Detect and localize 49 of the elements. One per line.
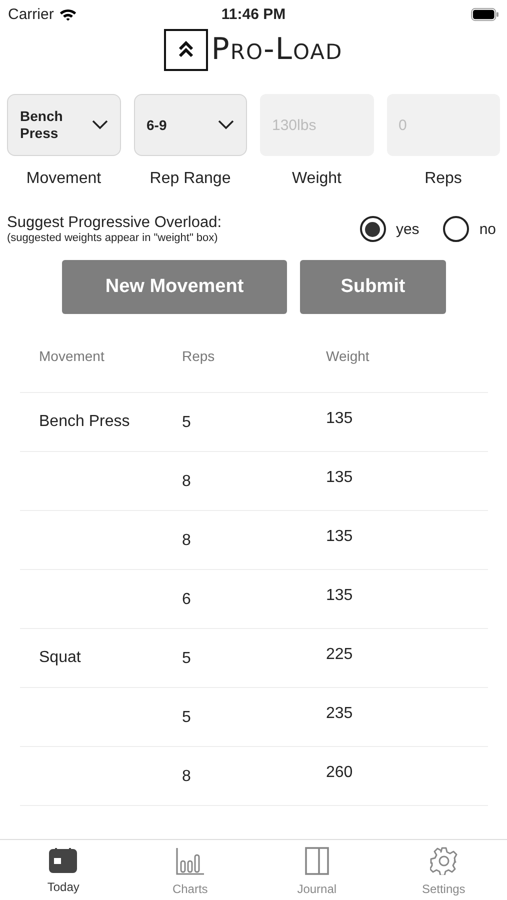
tab-item[interactable]: Today — [0, 840, 127, 900]
logo-text: Pro-Load — [211, 35, 343, 65]
radio-button[interactable] — [443, 216, 470, 242]
field-label: Reps — [424, 170, 462, 188]
column-header: Reps — [182, 348, 216, 364]
reps-cell-text: 6 — [182, 590, 192, 610]
overload-title: Suggest Progressive Overload: — [7, 214, 223, 232]
weight-cell-text: 235 — [326, 704, 354, 724]
field-label: Movement — [26, 170, 102, 188]
chevron-icon — [92, 120, 108, 130]
reps-cell-text: 5 — [182, 649, 192, 669]
field-label: Rep Range — [150, 170, 231, 188]
column-header: Weight — [326, 348, 370, 364]
radio-button[interactable] — [360, 216, 386, 242]
weight-cell-text: 135 — [326, 586, 354, 606]
battery-icon — [471, 8, 499, 20]
reps-cell-text: 8 — [182, 767, 192, 787]
radio-label: yes — [396, 220, 420, 238]
weight-cell-text: 135 — [326, 468, 354, 488]
movement-cell-text: Bench Press — [38, 412, 131, 432]
clock-time: 11:46 PM — [220, 6, 287, 22]
submit-button[interactable]: Submit — [300, 260, 446, 314]
settings-icon — [430, 847, 458, 875]
weight-cell-text: 135 — [326, 409, 354, 429]
book-icon — [304, 847, 329, 875]
weight-cell-text: 260 — [326, 763, 354, 783]
wifi-icon — [58, 8, 77, 20]
movement-cell-text: Squat — [38, 648, 82, 668]
tab-item[interactable]: Journal — [254, 840, 380, 900]
column-header: Movement — [38, 348, 106, 364]
bar-chart-icon — [175, 847, 206, 875]
calendar-icon — [49, 847, 78, 873]
new-movement-button[interactable]: New Movement — [62, 260, 287, 314]
reps-cell-text: 8 — [182, 472, 192, 492]
tab-item[interactable]: Charts — [126, 840, 254, 900]
overload-note: (suggested weights appear in "weight" box) — [7, 232, 219, 244]
reps-cell-text: 5 — [182, 413, 192, 433]
radio-label: no — [479, 220, 496, 238]
dropdown[interactable]: Bench Press — [7, 94, 120, 156]
reps-cell-text: 5 — [182, 708, 192, 728]
logo-icon — [164, 29, 208, 71]
tab-item[interactable]: Settings — [380, 840, 507, 900]
dropdown[interactable]: 6-9 — [134, 94, 247, 156]
chevron-icon — [218, 120, 234, 130]
weight-cell-text: 135 — [326, 527, 354, 547]
reps-cell-text: 8 — [182, 531, 192, 551]
field-label: Weight — [292, 170, 342, 188]
weight-cell-text: 225 — [326, 645, 354, 665]
carrier-label: Carrier — [8, 6, 54, 22]
